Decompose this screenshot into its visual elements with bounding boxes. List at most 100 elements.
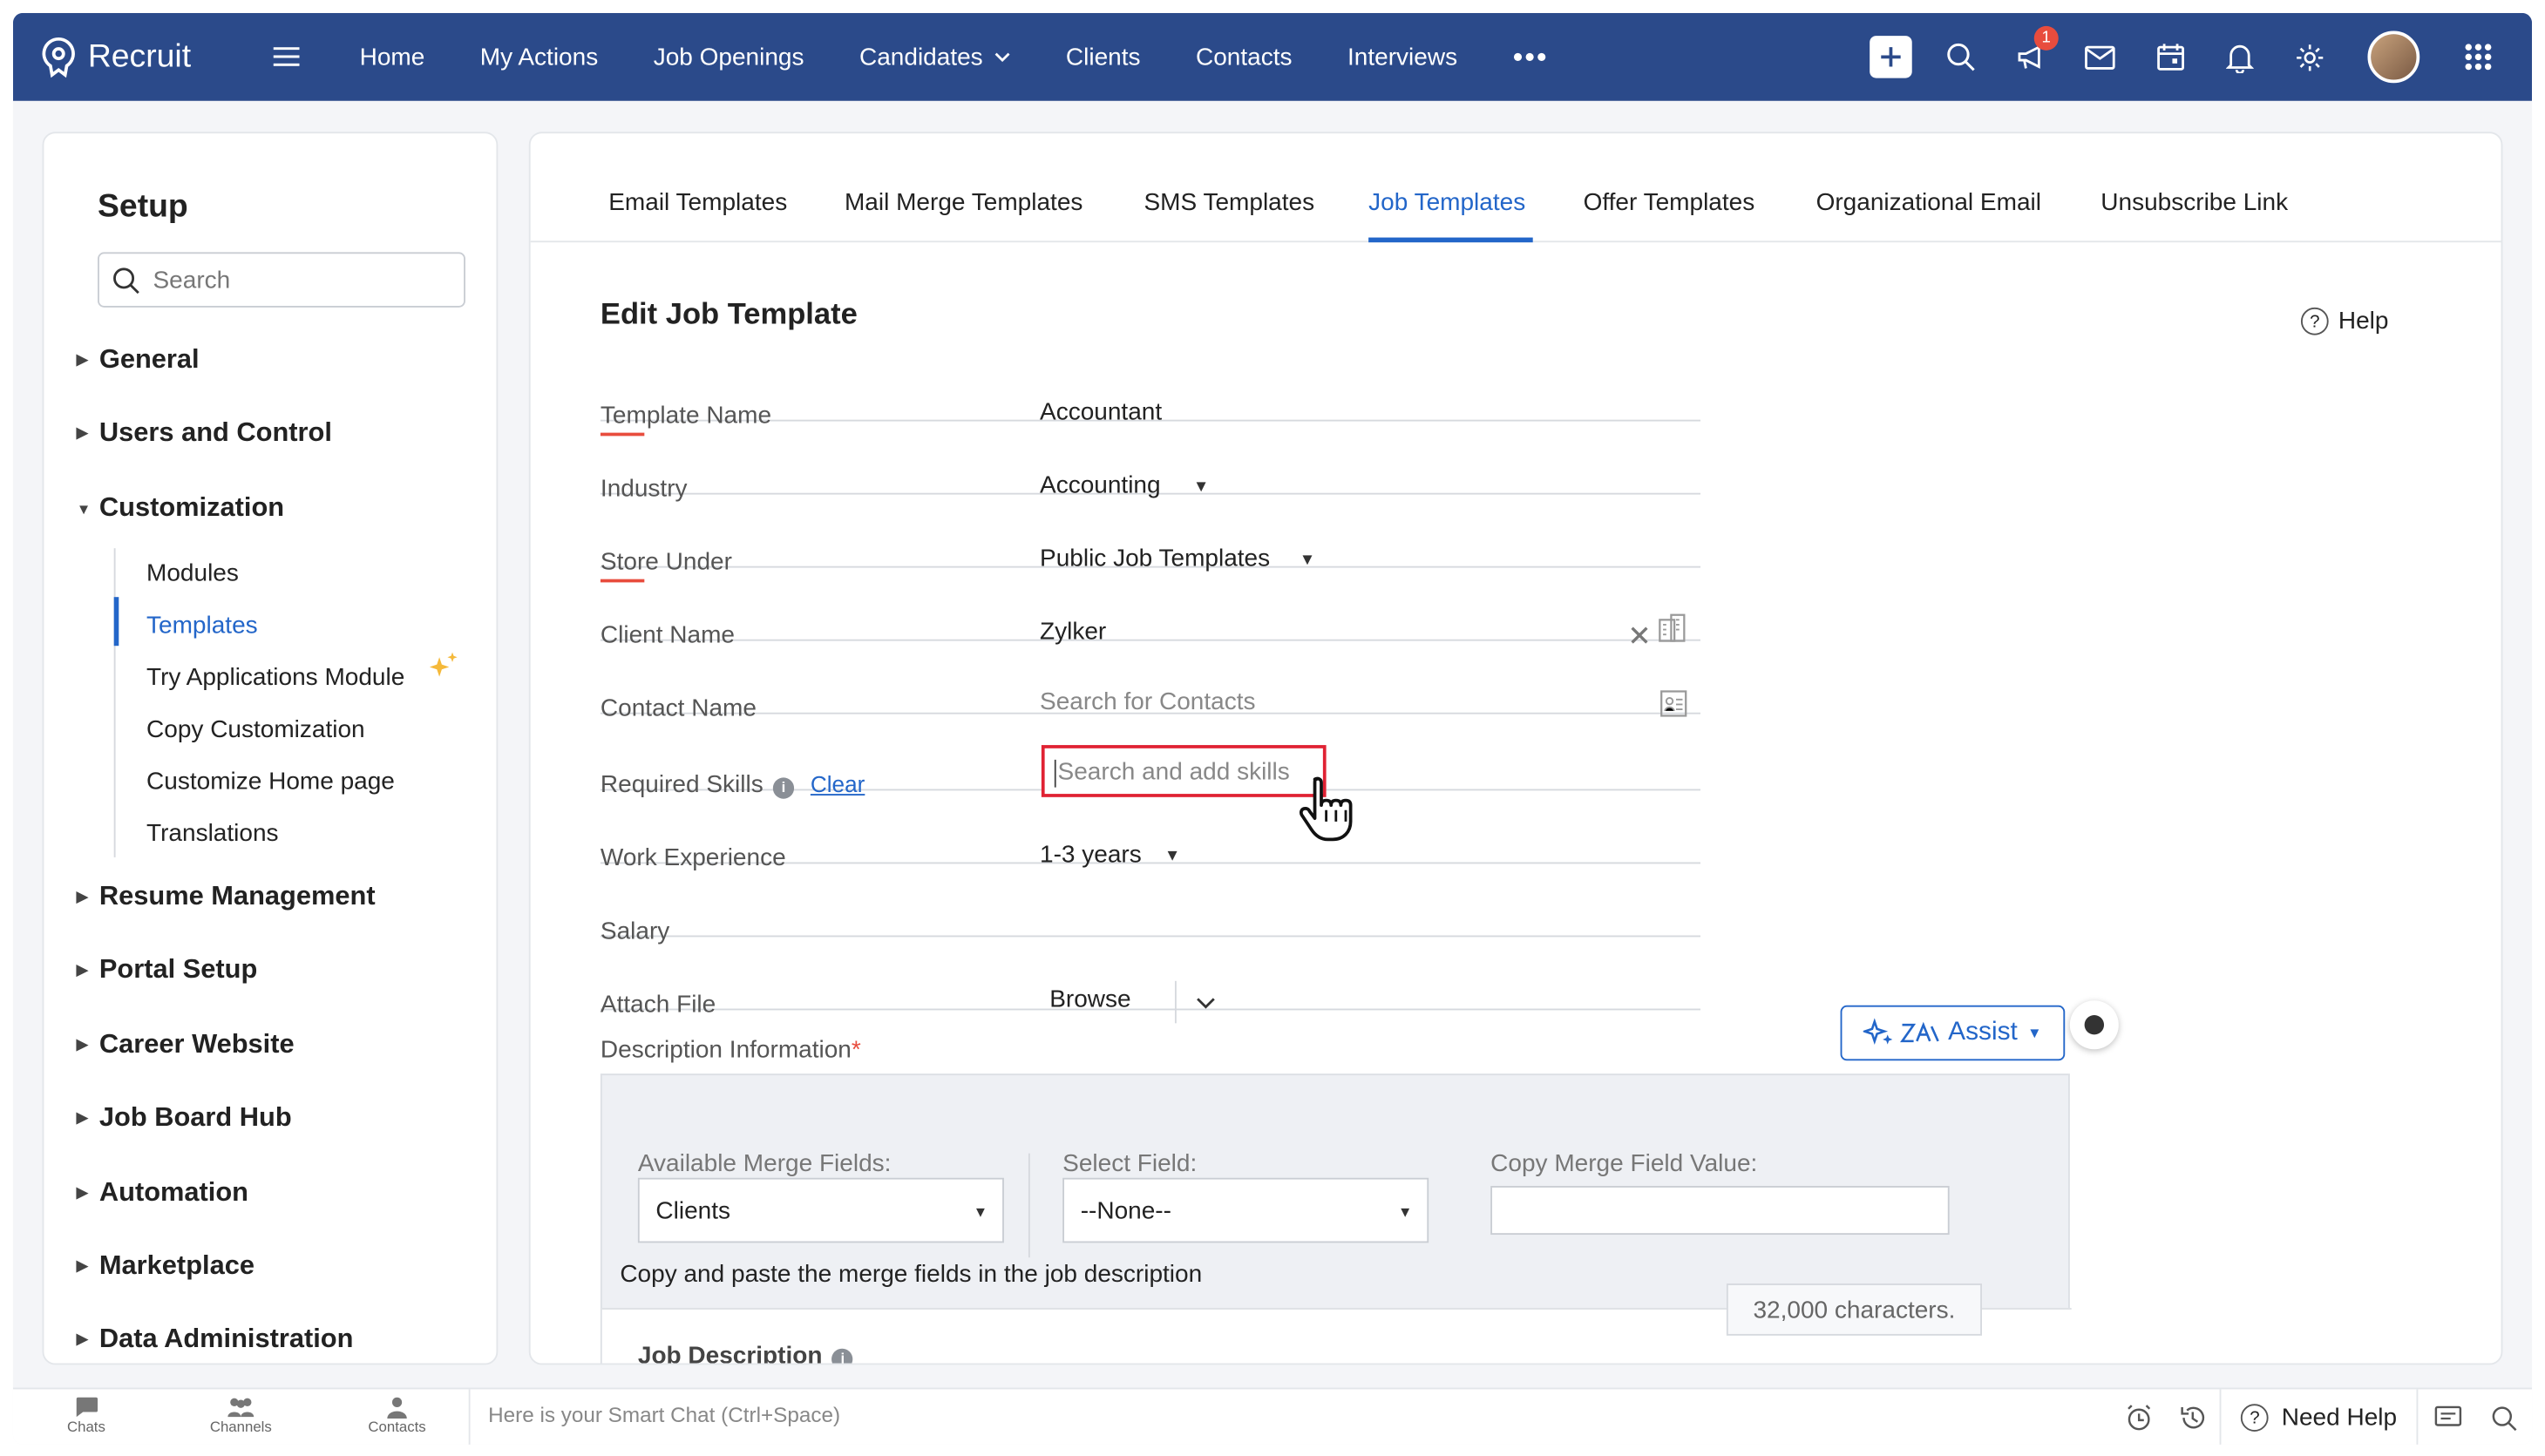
app-window: Recruit Home My Actions Job Openings Can… — [12, 12, 2533, 1445]
select-field-select[interactable]: --None-- ▼ — [1062, 1177, 1429, 1243]
search-icon[interactable] — [1925, 43, 1995, 72]
browse-button[interactable]: Browse — [1049, 985, 1130, 1013]
available-merge-fields-select[interactable]: Clients ▼ — [637, 1177, 1004, 1243]
sidebar-section-career-website[interactable]: ▶ Career Website — [77, 1030, 295, 1060]
menu-icon[interactable] — [254, 47, 319, 66]
sidebar-section-data-administration[interactable]: ▶ Data Administration — [77, 1324, 354, 1355]
sidebar-section-users-and-control[interactable]: ▶ Users and Control — [77, 418, 332, 449]
nav-contacts[interactable]: Contacts — [1168, 43, 1320, 71]
record-button[interactable] — [2069, 1000, 2119, 1050]
sidebar-section-customization[interactable]: ▼ Customization — [77, 493, 284, 524]
active-indicator — [113, 597, 119, 647]
gear-icon[interactable] — [2275, 42, 2345, 72]
caret-right-icon: ▶ — [76, 1331, 88, 1347]
app-logo[interactable]: Recruit — [39, 36, 234, 78]
section-label: Data Administration — [98, 1324, 354, 1354]
tab-unsubscribe-link[interactable]: Unsubscribe Link — [2100, 189, 2288, 217]
sidebar-item-translations[interactable]: Translations — [146, 820, 279, 848]
caret-right-icon: ▶ — [76, 1184, 88, 1201]
caret-down-icon: ▼ — [973, 1203, 988, 1221]
nav-home[interactable]: Home — [332, 43, 452, 71]
chevron-down-icon[interactable] — [1196, 997, 1215, 1010]
copy-merge-field-value-input[interactable] — [1490, 1186, 1950, 1236]
nav-more-icon[interactable]: ••• — [1485, 40, 1576, 74]
tab-email-templates[interactable]: Email Templates — [608, 189, 787, 217]
divider — [1028, 1153, 1030, 1258]
avatar[interactable] — [2345, 30, 2442, 84]
app-name: Recruit — [87, 37, 192, 74]
contact-name-input[interactable]: Search for Contacts — [1040, 688, 1255, 716]
nav-candidates-label: Candidates — [859, 43, 983, 71]
caret-right-icon: ▶ — [76, 1036, 88, 1053]
available-merge-fields-label: Available Merge Fields: — [637, 1149, 892, 1178]
nav-interviews[interactable]: Interviews — [1320, 43, 1485, 71]
sidebar-search[interactable] — [98, 252, 465, 308]
field-industry: Industry Accounting ▼ — [600, 422, 1701, 503]
select-value: --None-- — [1080, 1197, 1171, 1225]
need-help-button[interactable]: ? Need Help — [2219, 1389, 2419, 1445]
sidebar-item-copy-customization[interactable]: Copy Customization — [146, 715, 365, 743]
contact-card-icon[interactable] — [1659, 690, 1687, 718]
section-label: Career Website — [98, 1029, 295, 1060]
help-icon: ? — [2300, 307, 2329, 335]
sidebar-section-resume-management[interactable]: ▶ Resume Management — [77, 882, 376, 912]
merge-fields-panel: Available Merge Fields: Clients ▼ Select … — [600, 1073, 2072, 1364]
sidebar-section-job-board-hub[interactable]: ▶ Job Board Hub — [77, 1103, 292, 1134]
field-label: Attach File — [600, 991, 716, 1019]
chat-window-icon[interactable] — [2418, 1405, 2476, 1430]
sidebar-item-modules[interactable]: Modules — [146, 559, 239, 587]
sidebar-item-label: Try Applications Module — [146, 663, 405, 692]
tab-offer-templates[interactable]: Offer Templates — [1584, 189, 1755, 217]
bottom-chats[interactable]: Chats — [37, 1396, 135, 1435]
calendar-icon[interactable] — [2135, 43, 2205, 72]
mail-icon[interactable] — [2065, 44, 2134, 69]
bottom-right-actions: ? Need Help — [2113, 1389, 2532, 1445]
smart-chat-input[interactable]: Here is your Smart Chat (Ctrl+Space) — [468, 1389, 2226, 1445]
field-salary[interactable]: Salary — [600, 863, 1701, 945]
client-lookup-icon[interactable] — [1658, 613, 1686, 643]
tab-sms-templates[interactable]: SMS Templates — [1144, 189, 1315, 217]
nav-candidates[interactable]: Candidates — [831, 43, 1038, 71]
sidebar-search-input[interactable] — [153, 266, 430, 294]
nav-clients[interactable]: Clients — [1038, 43, 1168, 71]
info-icon[interactable]: i — [831, 1348, 853, 1364]
sidebar-item-templates[interactable]: Templates — [146, 612, 258, 640]
section-label: Portal Setup — [98, 954, 258, 985]
tab-organizational-email[interactable]: Organizational Email — [1816, 189, 2041, 217]
bell-icon[interactable] — [2205, 42, 2275, 73]
required-skills-input[interactable]: Search and add skills — [1041, 745, 1327, 797]
bottom-contacts[interactable]: Contacts — [349, 1396, 446, 1435]
history-icon[interactable] — [2166, 1404, 2220, 1432]
sidebar-section-marketplace[interactable]: ▶ Marketplace — [77, 1251, 254, 1282]
announcement-icon[interactable]: 1 — [1995, 25, 2065, 72]
quick-create-button[interactable] — [1855, 36, 1924, 78]
copy-merge-field-value-label: Copy Merge Field Value: — [1490, 1149, 1758, 1178]
nav-my-actions[interactable]: My Actions — [452, 43, 626, 71]
alarm-clock-icon[interactable] — [2113, 1404, 2167, 1432]
sidebar-item-try-applications-module[interactable]: Try Applications Module — [146, 652, 458, 692]
nav-job-openings[interactable]: Job Openings — [626, 43, 831, 71]
bottom-label: Channels — [209, 1419, 272, 1435]
sidebar-section-automation[interactable]: ▶ Automation — [77, 1178, 248, 1209]
person-icon — [387, 1397, 407, 1419]
required-asterisk: * — [851, 1036, 861, 1065]
bottom-channels[interactable]: Channels — [192, 1396, 289, 1435]
apps-grid-icon[interactable] — [2442, 43, 2512, 72]
assist-button[interactable]: Assist ▼ — [1840, 1005, 2066, 1061]
caret-right-icon: ▶ — [76, 351, 88, 368]
top-navigation-bar: Recruit Home My Actions Job Openings Can… — [12, 12, 2533, 101]
sidebar-item-customize-home-page[interactable]: Customize Home page — [146, 768, 395, 796]
sidebar-section-general[interactable]: ▶ General — [77, 345, 200, 376]
caret-down-icon: ▼ — [2027, 1025, 2042, 1041]
section-label: Automation — [98, 1177, 249, 1208]
ai-sparkle-icon — [1863, 1018, 1940, 1046]
help-link[interactable]: ? Help — [2300, 307, 2388, 335]
tab-job-templates[interactable]: Job Templates — [1368, 189, 1525, 217]
record-dot-icon — [2084, 1015, 2105, 1035]
page-title: Edit Job Template — [600, 295, 858, 331]
sidebar-section-portal-setup[interactable]: ▶ Portal Setup — [77, 955, 258, 985]
section-label: General — [98, 344, 200, 375]
tab-mail-merge-templates[interactable]: Mail Merge Templates — [845, 189, 1082, 217]
search-icon[interactable] — [2477, 1405, 2532, 1431]
caret-right-icon: ▶ — [76, 1109, 88, 1126]
